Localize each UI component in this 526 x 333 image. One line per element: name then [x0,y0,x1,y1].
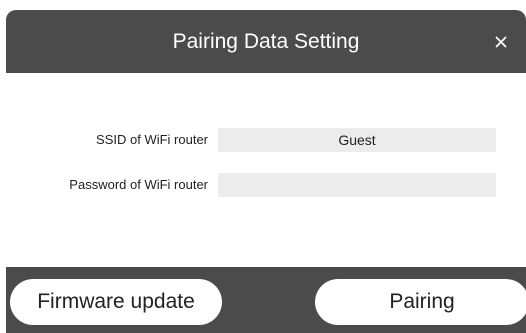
ssid-input[interactable] [218,128,496,152]
pairing-button[interactable]: Pairing [315,279,526,325]
password-label: Password of WiFi router [69,177,208,192]
ssid-label: SSID of WiFi router [96,132,208,147]
dialog-footer: Firmware update Pairing [6,267,526,333]
password-input[interactable] [218,173,496,197]
ssid-row: SSID of WiFi router [6,128,526,152]
password-row: Password of WiFi router [6,173,526,197]
firmware-update-button[interactable]: Firmware update [10,279,222,325]
dialog-title: Pairing Data Setting [172,30,360,53]
dialog-header: Pairing Data Setting [6,10,526,73]
pairing-dialog: Pairing Data Setting SSID of WiFi router… [6,10,526,333]
close-icon[interactable] [488,29,514,55]
